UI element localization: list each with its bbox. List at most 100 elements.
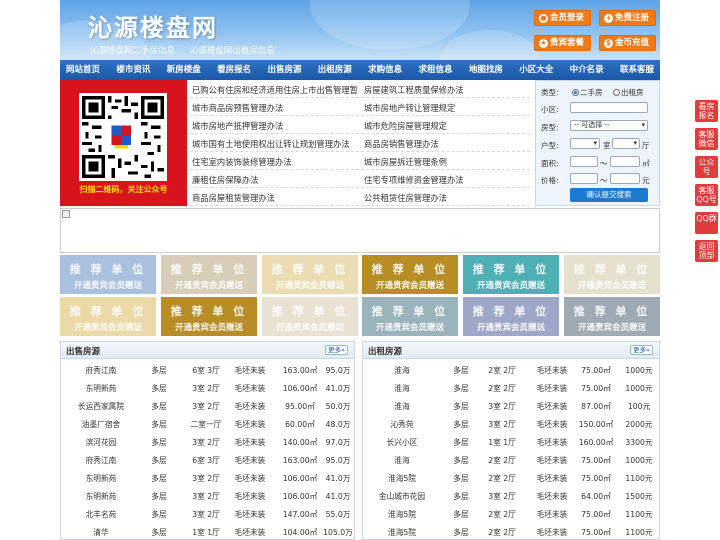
table-row[interactable]: 东明新苑 多层 3室 2厅 毛坯未装 106.00㎡ 41.0万 bbox=[61, 378, 354, 396]
side-service-qq[interactable]: 客服QQ号 bbox=[695, 184, 718, 206]
recommended-unit-tile[interactable]: 推 荐 单 位开通贵宾会员赠送 bbox=[564, 297, 660, 336]
policy-link[interactable]: 已购公有住房和经济适用住房上市出售管理暂 bbox=[192, 84, 358, 96]
community-cell[interactable]: 淮海 bbox=[367, 455, 437, 466]
community-cell[interactable]: 油墨厂宿舍 bbox=[65, 419, 137, 430]
table-row[interactable]: 沁秀苑 多层 3室 2厅 毛坯未装 150.00㎡ 2000元 bbox=[363, 414, 659, 432]
nav-news[interactable]: 楼市资讯 bbox=[116, 60, 150, 80]
table-row[interactable]: 东明新苑 多层 3室 2厅 毛坯未装 106.00㎡ 41.0万 bbox=[61, 468, 354, 486]
recommended-unit-tile[interactable]: 推 荐 单 位开通贵宾会员赠送 bbox=[262, 255, 358, 294]
table-row[interactable]: 淮海 多层 2室 2厅 毛坯未装 75.00㎡ 1000元 bbox=[363, 360, 659, 378]
policy-link[interactable]: 城市房地产转让管理规定 bbox=[364, 102, 530, 114]
nav-new-homes[interactable]: 新房楼盘 bbox=[167, 60, 201, 80]
policy-link[interactable]: 住宅专项维修资金管理办法 bbox=[364, 174, 530, 186]
login-button[interactable]: ● 会员登录 bbox=[534, 10, 592, 26]
table-row[interactable]: 油墨厂宿舍 多层 二室一厅 毛坯未装 60.00㎡ 48.0万 bbox=[61, 414, 354, 432]
side-viewing-signup[interactable]: 看房报名 bbox=[695, 100, 718, 122]
table-row[interactable]: 清华 多层 1室 1厅 毛坯未装 104.00㎡ 105.0万 bbox=[61, 522, 354, 540]
table-row[interactable]: 府秀江南 多层 6室 3厅 毛坯未装 163.00㎡ 95.0万 bbox=[61, 360, 354, 378]
community-cell[interactable]: 淮海5院 bbox=[367, 527, 437, 538]
table-row[interactable]: 淮海5院 多层 2室 2厅 毛坯未装 75.00㎡ 1100元 bbox=[363, 468, 659, 486]
table-row[interactable]: 府秀江南 多层 6室 3厅 毛坯未装 163.00㎡ 95.0万 bbox=[61, 450, 354, 468]
side-service-wechat[interactable]: 客服微信 bbox=[695, 128, 718, 150]
community-cell[interactable]: 北丰名苑 bbox=[65, 509, 137, 520]
table-row[interactable]: 淮海 多层 2室 2厅 毛坯未装 75.00㎡ 1000元 bbox=[363, 378, 659, 396]
community-cell[interactable]: 淮海5院 bbox=[367, 509, 437, 520]
search-submit-button[interactable]: 确认提交搜索 bbox=[570, 188, 648, 202]
recommended-unit-tile[interactable]: 推 荐 单 位开通贵宾会员赠送 bbox=[262, 297, 358, 336]
community-cell[interactable]: 淮海5院 bbox=[367, 473, 437, 484]
community-cell[interactable]: 长兴小区 bbox=[367, 437, 437, 448]
policy-link[interactable]: 城市房屋拆迁管理条例 bbox=[364, 156, 530, 168]
policy-link[interactable]: 城市危险房屋管理规定 bbox=[364, 120, 530, 132]
ad-banner[interactable] bbox=[60, 208, 660, 253]
community-cell[interactable]: 沁秀苑 bbox=[367, 419, 437, 430]
nav-agents[interactable]: 中介名录 bbox=[570, 60, 604, 80]
layout-select[interactable]: -- 可选择 -- ▾ bbox=[570, 120, 648, 131]
recommended-unit-tile[interactable]: 推 荐 单 位开通贵宾会员赠送 bbox=[161, 297, 257, 336]
community-cell[interactable]: 淮海 bbox=[367, 383, 437, 394]
community-cell[interactable]: 东明新苑 bbox=[65, 491, 137, 502]
community-cell[interactable]: 清华 bbox=[65, 527, 137, 538]
nav-for-rent[interactable]: 出租房源 bbox=[318, 60, 352, 80]
nav-for-sale[interactable]: 出售房源 bbox=[267, 60, 301, 80]
side-back-to-top[interactable]: 返回顶部 bbox=[695, 240, 718, 262]
recommended-unit-tile[interactable]: 推 荐 单 位开通贵宾会员赠送 bbox=[463, 297, 559, 336]
nav-map-search[interactable]: 地图找房 bbox=[469, 60, 503, 80]
nav-viewing-signup[interactable]: 看房报名 bbox=[217, 60, 251, 80]
room-select[interactable]: ▾ bbox=[570, 138, 600, 149]
price-max-input[interactable] bbox=[610, 173, 640, 184]
policy-link[interactable]: 商品房屋租赁管理办法 bbox=[192, 192, 358, 204]
table-row[interactable]: 长运西家属院 多层 3室 2厅 毛坯未装 95.00㎡ 50.0万 bbox=[61, 396, 354, 414]
table-row[interactable]: 滨河花园 多层 3室 2厅 毛坯未装 140.00㎡ 97.0万 bbox=[61, 432, 354, 450]
table-row[interactable]: 淮海5院 多层 2室 2厅 毛坯未装 75.00㎡ 1100元 bbox=[363, 522, 659, 540]
recommended-unit-tile[interactable]: 推 荐 单 位开通贵宾会员赠送 bbox=[564, 255, 660, 294]
type-option-rental[interactable]: 出租房 bbox=[613, 87, 644, 98]
hall-select[interactable]: ▾ bbox=[612, 138, 640, 149]
policy-link[interactable]: 商品房销售管理办法 bbox=[364, 138, 530, 150]
policy-link[interactable]: 住宅室内装饰装修管理办法 bbox=[192, 156, 358, 168]
nav-wanted-rent[interactable]: 求租信息 bbox=[419, 60, 453, 80]
community-cell[interactable]: 东明新苑 bbox=[65, 473, 137, 484]
community-cell[interactable]: 东明新苑 bbox=[65, 383, 137, 394]
community-cell[interactable]: 长运西家属院 bbox=[65, 401, 137, 412]
recommended-unit-tile[interactable]: 推 荐 单 位开通贵宾会员赠送 bbox=[60, 255, 156, 294]
policy-link[interactable]: 房屋建筑工程质量保修办法 bbox=[364, 84, 530, 96]
nav-home[interactable]: 网站首页 bbox=[66, 60, 100, 80]
table-row[interactable]: 东明新苑 多层 3室 2厅 毛坯未装 106.00㎡ 41.0万 bbox=[61, 486, 354, 504]
area-min-input[interactable] bbox=[570, 156, 598, 167]
community-cell[interactable]: 淮海 bbox=[367, 401, 437, 412]
side-qq-group[interactable]: QQ群 bbox=[695, 212, 718, 234]
table-row[interactable]: 金山城市花园 多层 3室 2厅 毛坯未装 64.00㎡ 1500元 bbox=[363, 486, 659, 504]
community-cell[interactable]: 金山城市花园 bbox=[367, 491, 437, 502]
area-max-input[interactable] bbox=[610, 156, 640, 167]
nav-communities[interactable]: 小区大全 bbox=[519, 60, 553, 80]
policy-link[interactable]: 城市房地产抵押管理办法 bbox=[192, 120, 358, 132]
type-option-secondhand[interactable]: 二手房 bbox=[572, 87, 603, 98]
table-row[interactable]: 淮海 多层 3室 2厅 毛坯未装 87.00㎡ 100元 bbox=[363, 396, 659, 414]
site-logo-title[interactable]: 沁源楼盘网 bbox=[88, 8, 218, 43]
community-cell[interactable]: 淮海 bbox=[367, 365, 437, 376]
vip-package-button[interactable]: ★ 贵宾套餐 bbox=[534, 35, 592, 51]
policy-link[interactable]: 城市国有土地使用权出让转让规划管理办法 bbox=[192, 138, 358, 150]
community-cell[interactable]: 滨河花园 bbox=[65, 437, 137, 448]
recommended-unit-tile[interactable]: 推 荐 单 位开通贵宾会员赠送 bbox=[161, 255, 257, 294]
recommended-unit-tile[interactable]: 推 荐 单 位开通贵宾会员赠送 bbox=[60, 297, 156, 336]
community-cell[interactable]: 府秀江南 bbox=[65, 455, 137, 466]
table-row[interactable]: 长兴小区 多层 1室 1厅 毛坯未装 160.00㎡ 3300元 bbox=[363, 432, 659, 450]
price-min-input[interactable] bbox=[570, 173, 598, 184]
nav-wanted-buy[interactable]: 求购信息 bbox=[368, 60, 402, 80]
table-row[interactable]: 淮海 多层 2室 2厅 毛坯未装 75.00㎡ 1000元 bbox=[363, 450, 659, 468]
nav-contact[interactable]: 联系客服 bbox=[620, 60, 654, 80]
more-link[interactable]: 更多» bbox=[630, 345, 653, 355]
recommended-unit-tile[interactable]: 推 荐 单 位开通贵宾会员赠送 bbox=[463, 255, 559, 294]
policy-link[interactable]: 公共租赁住房管理办法 bbox=[364, 192, 530, 204]
recommended-unit-tile[interactable]: 推 荐 单 位开通贵宾会员赠送 bbox=[362, 255, 458, 294]
table-row[interactable]: 北丰名苑 多层 3室 2厅 毛坯未装 147.00㎡ 55.0万 bbox=[61, 504, 354, 522]
table-row[interactable]: 淮海5院 多层 2室 2厅 毛坯未装 75.00㎡ 1100元 bbox=[363, 504, 659, 522]
policy-link[interactable]: 城市商品房预售管理办法 bbox=[192, 102, 358, 114]
policy-link[interactable]: 廉租住房保障办法 bbox=[192, 174, 358, 186]
community-input[interactable] bbox=[570, 102, 648, 113]
register-button[interactable]: + 免费注册 bbox=[599, 10, 657, 26]
recommended-unit-tile[interactable]: 推 荐 单 位开通贵宾会员赠送 bbox=[362, 297, 458, 336]
side-public-account[interactable]: 公众号 bbox=[695, 156, 718, 178]
